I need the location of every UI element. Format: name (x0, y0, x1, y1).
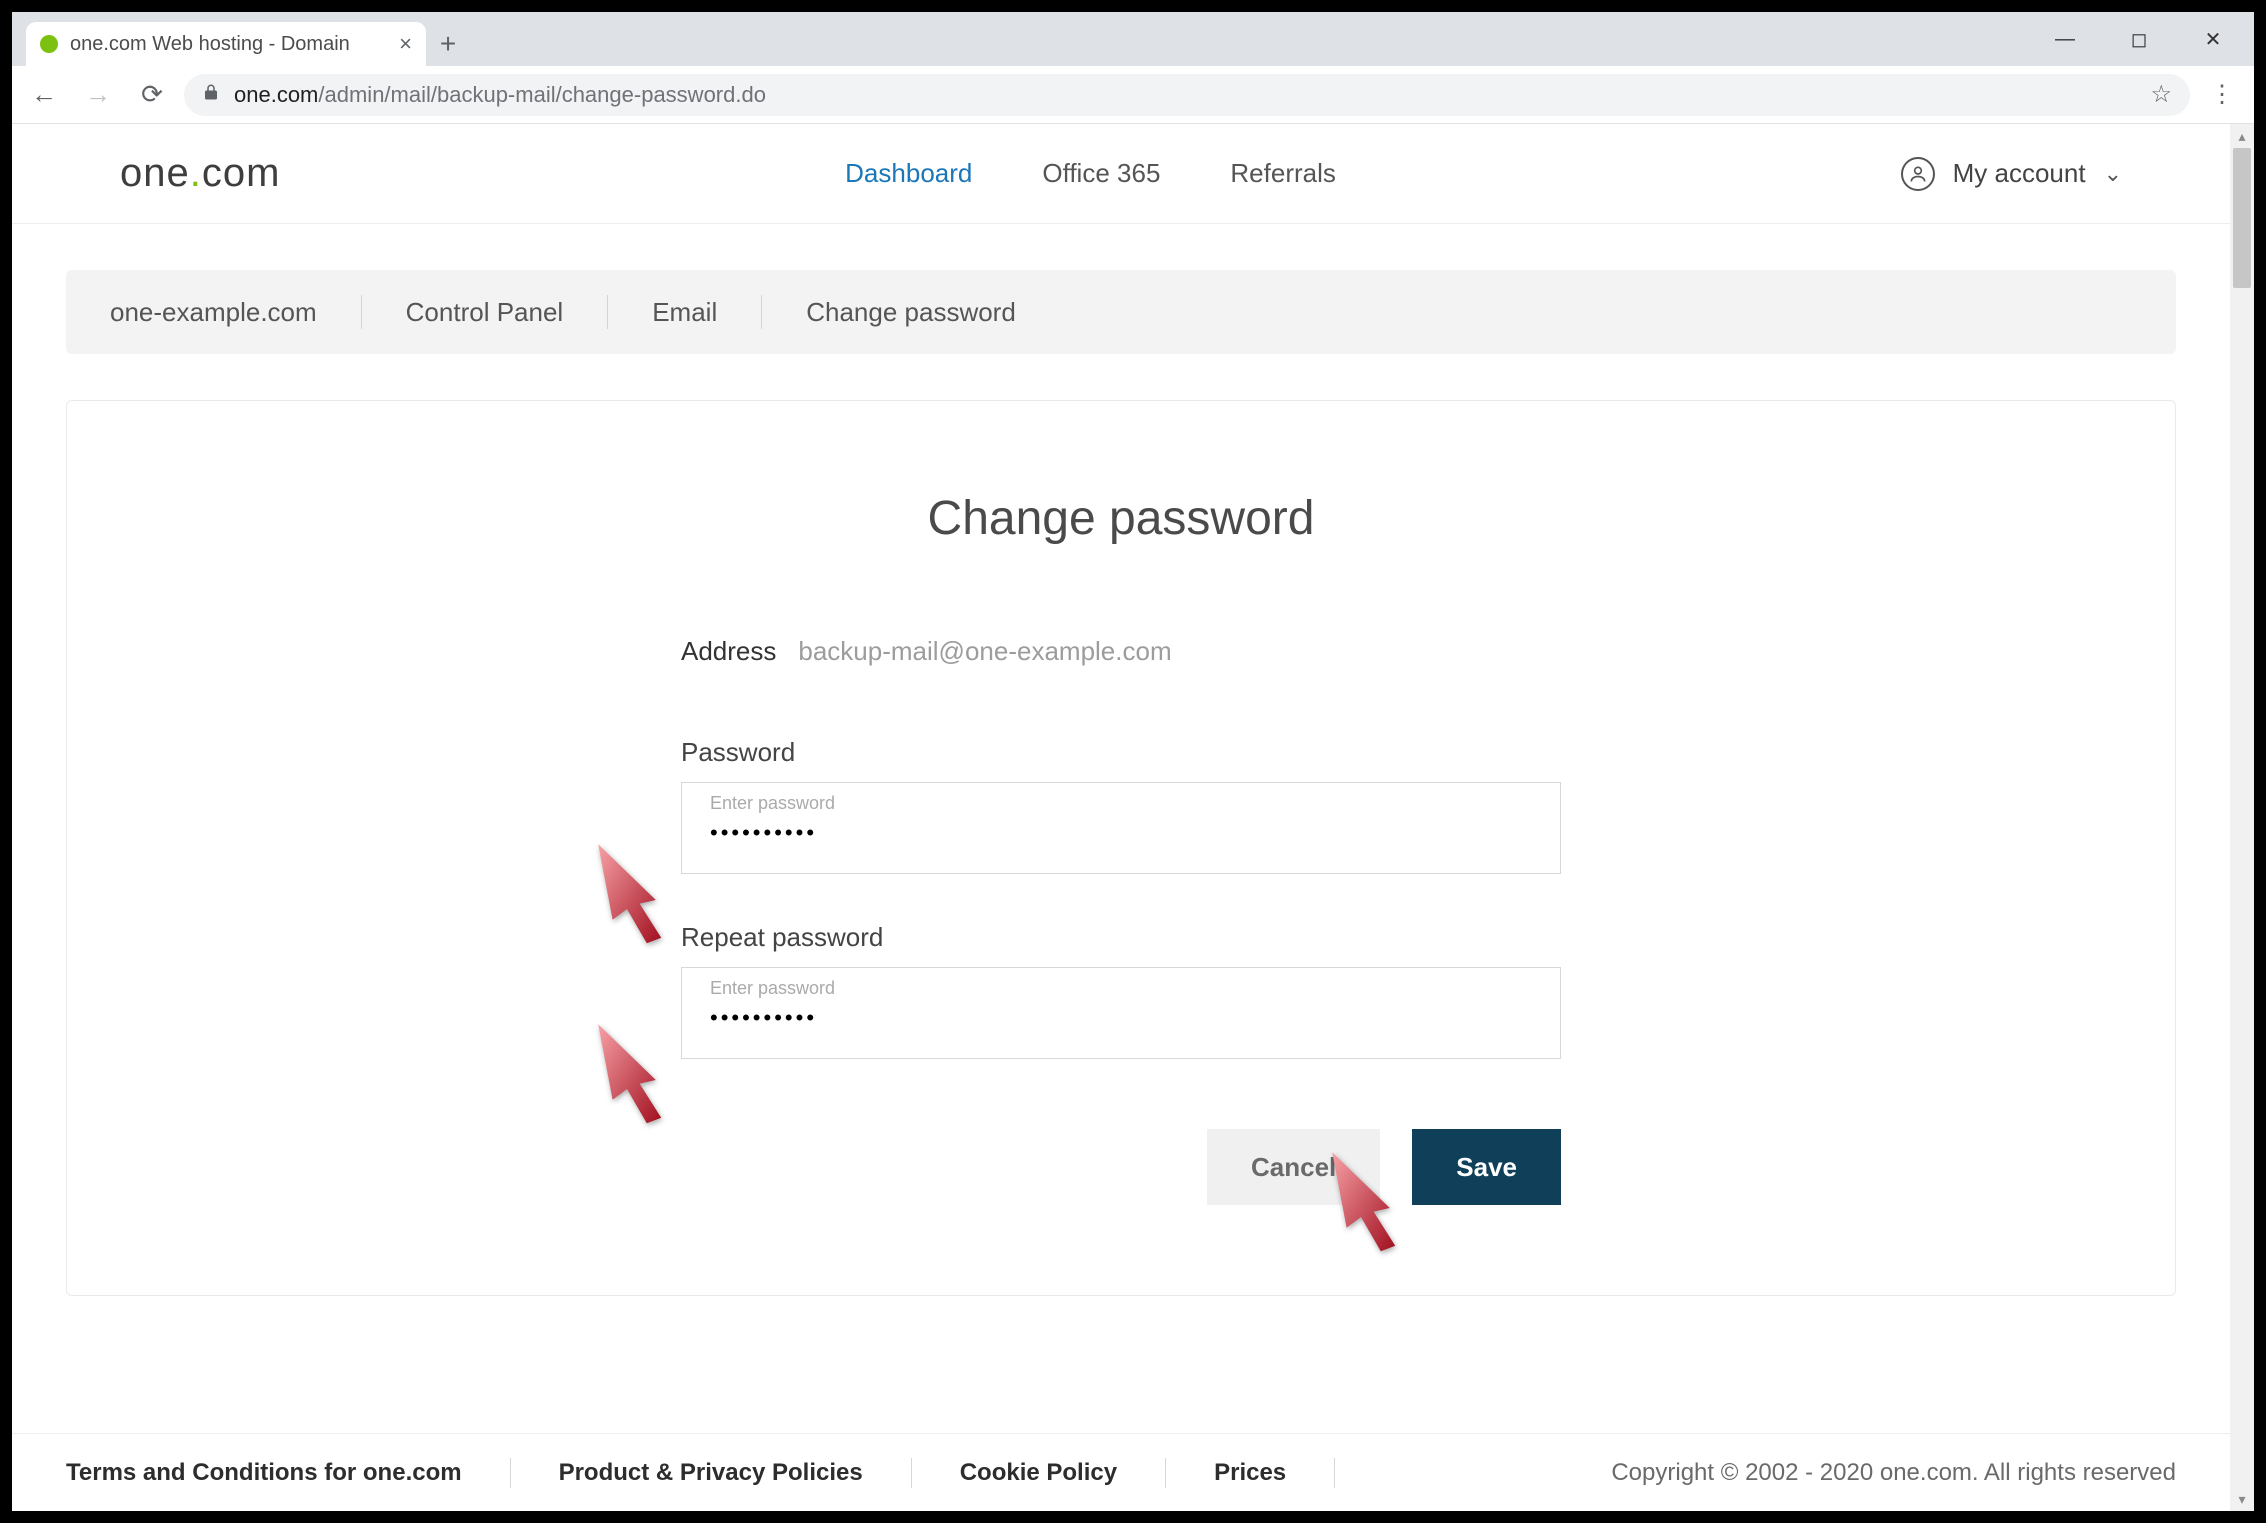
scroll-up-icon[interactable]: ▴ (2230, 124, 2254, 148)
breadcrumb-item[interactable]: one-example.com (110, 297, 317, 328)
footer-privacy-link[interactable]: Product & Privacy Policies (559, 1459, 863, 1487)
breadcrumb-item[interactable]: Change password (806, 297, 1016, 328)
page-title: Change password (67, 491, 2175, 546)
repeat-password-input[interactable] (710, 1005, 1532, 1031)
url-input[interactable]: one.com/admin/mail/backup-mail/change-pa… (184, 74, 2190, 116)
close-tab-icon[interactable]: × (399, 31, 412, 57)
breadcrumb-item[interactable]: Email (652, 297, 717, 328)
password-input-wrap: Enter password (681, 782, 1561, 874)
site-footer: Terms and Conditions for one.com Product… (12, 1433, 2230, 1511)
favicon-icon (40, 35, 58, 53)
footer-terms-link[interactable]: Terms and Conditions for one.com (66, 1459, 462, 1487)
browser-address-bar: ← → ⟳ one.com/admin/mail/backup-mail/cha… (12, 66, 2254, 124)
vertical-scrollbar[interactable]: ▴ ▾ (2230, 124, 2254, 1511)
scroll-down-icon[interactable]: ▾ (2230, 1487, 2254, 1511)
window-maximize-button[interactable]: ◻ (2102, 16, 2176, 62)
password-label: Password (681, 737, 1561, 768)
change-password-card: Change password Address backup-mail@one-… (66, 400, 2176, 1296)
new-tab-button[interactable]: + (426, 22, 470, 66)
save-button[interactable]: Save (1412, 1129, 1561, 1205)
password-input[interactable] (710, 820, 1532, 846)
main-nav: Dashboard Office 365 Referrals (280, 158, 1900, 189)
footer-prices-link[interactable]: Prices (1214, 1459, 1286, 1487)
window-minimize-button[interactable]: — (2028, 16, 2102, 62)
breadcrumb: one-example.com Control Panel Email Chan… (66, 270, 2176, 354)
repeat-password-placeholder: Enter password (710, 978, 1532, 999)
footer-copyright: Copyright © 2002 - 2020 one.com. All rig… (1611, 1459, 2176, 1487)
site-header: one.com Dashboard Office 365 Referrals M… (12, 124, 2230, 224)
user-icon (1901, 157, 1935, 191)
nav-forward-button[interactable]: → (76, 73, 120, 117)
url-text: one.com/admin/mail/backup-mail/change-pa… (234, 82, 2136, 108)
nav-reload-button[interactable]: ⟳ (130, 73, 174, 117)
nav-office365[interactable]: Office 365 (1042, 158, 1160, 189)
annotation-arrow-icon (591, 836, 681, 946)
tab-title: one.com Web hosting - Domain (70, 33, 387, 56)
repeat-password-label: Repeat password (681, 922, 1561, 953)
nav-dashboard[interactable]: Dashboard (845, 158, 972, 189)
site-logo[interactable]: one.com (120, 151, 280, 196)
account-menu[interactable]: My account ⌄ (1901, 157, 2122, 191)
browser-menu-button[interactable]: ⋮ (2200, 73, 2244, 117)
cancel-button[interactable]: Cancel (1207, 1129, 1380, 1205)
breadcrumb-item[interactable]: Control Panel (406, 297, 564, 328)
chevron-down-icon: ⌄ (2104, 161, 2122, 187)
repeat-password-input-wrap: Enter password (681, 967, 1561, 1059)
account-label: My account (1953, 158, 2086, 189)
address-value: backup-mail@one-example.com (798, 636, 1171, 667)
password-placeholder: Enter password (710, 793, 1532, 814)
nav-back-button[interactable]: ← (22, 73, 66, 117)
scroll-thumb[interactable] (2233, 148, 2251, 288)
nav-referrals[interactable]: Referrals (1230, 158, 1335, 189)
annotation-arrow-icon (591, 1016, 681, 1126)
bookmark-star-icon[interactable]: ☆ (2150, 80, 2172, 109)
lock-icon (202, 83, 220, 107)
window-close-button[interactable]: ✕ (2176, 16, 2250, 62)
browser-titlebar: one.com Web hosting - Domain × + — ◻ ✕ (12, 12, 2254, 66)
footer-cookie-link[interactable]: Cookie Policy (960, 1459, 1117, 1487)
browser-tab[interactable]: one.com Web hosting - Domain × (26, 22, 426, 66)
address-label: Address (681, 636, 776, 667)
